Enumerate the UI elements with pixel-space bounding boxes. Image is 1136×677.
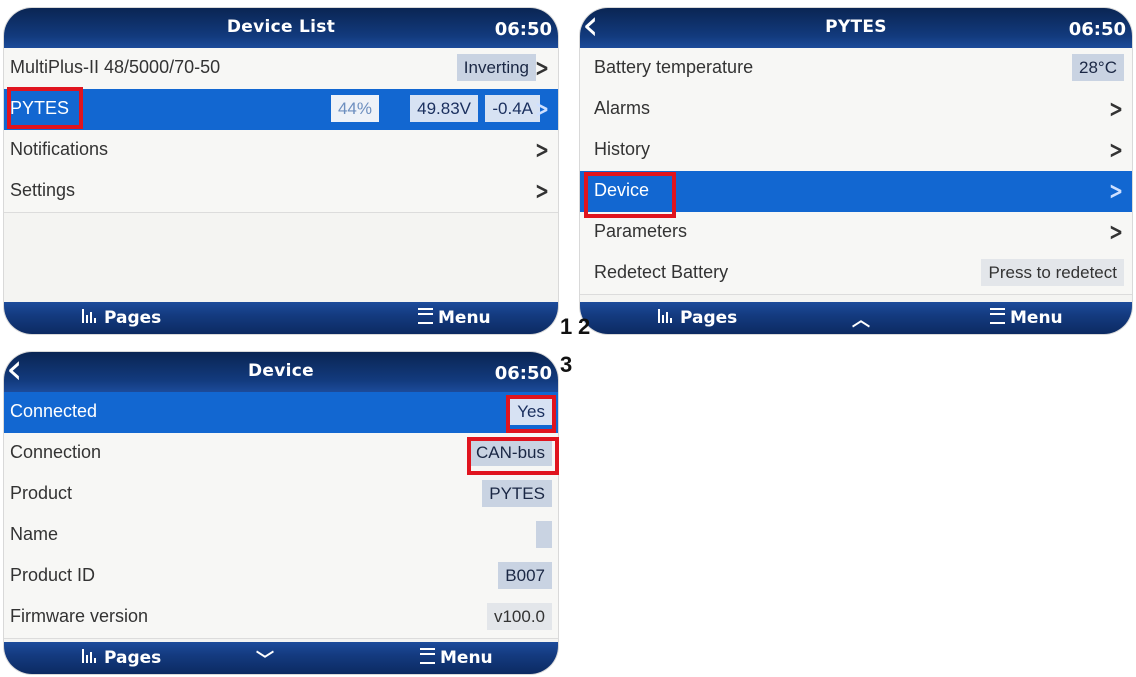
pages-label: Pages: [104, 648, 162, 668]
chevron-right-icon: >: [1108, 177, 1123, 205]
temperature-value: 28°C: [1072, 54, 1124, 81]
list-item-label: Parameters: [594, 221, 688, 241]
list-item-label: History: [594, 139, 651, 159]
battery-screen: ‹ PYTES 06:50 Battery temperature 28°C A…: [580, 8, 1132, 334]
footer-bar: Pages ﹀ Menu: [4, 642, 558, 674]
list-item-redetect-battery[interactable]: Redetect Battery Press to redetect: [580, 253, 1132, 295]
list-item-label: Connection: [10, 442, 102, 462]
soc-badge: 44%: [330, 95, 379, 122]
list-item-label: Connected: [10, 401, 98, 421]
menu-button[interactable]: Menu: [420, 648, 493, 668]
chevron-down-icon[interactable]: ﹀: [256, 646, 274, 672]
list-item-label: Settings: [10, 180, 76, 200]
footer-bar: Pages Menu: [4, 302, 558, 334]
list-item-pytes[interactable]: PYTES 44% 49.83V -0.4A >: [4, 89, 558, 131]
list-item-label: Notifications: [10, 139, 109, 159]
menu-label: Menu: [440, 648, 493, 668]
header-bar: ‹ Device 06:50: [4, 352, 558, 392]
bar-chart-icon: [658, 309, 674, 323]
pages-label: Pages: [104, 308, 162, 328]
footer-bar: Pages ︿ Menu: [580, 302, 1132, 334]
list-item-multiplus[interactable]: MultiPlus-II 48/5000/70-50 Inverting >: [4, 48, 558, 90]
menu-label: Menu: [438, 308, 491, 328]
redetect-button[interactable]: Press to redetect: [981, 259, 1124, 286]
chevron-right-icon: >: [534, 54, 549, 82]
chevron-right-icon: >: [534, 177, 549, 205]
list-item-label: Firmware version: [10, 606, 149, 626]
menu-button[interactable]: Menu: [418, 308, 491, 328]
highlight-marker: [7, 87, 83, 129]
clock: 06:50: [1068, 19, 1126, 40]
list-item-settings[interactable]: Settings >: [4, 171, 558, 213]
step-number-2: 2: [578, 314, 591, 339]
list-item-label: Product: [10, 483, 73, 503]
pages-button[interactable]: Pages: [658, 308, 737, 328]
menu-label: Menu: [1010, 308, 1063, 328]
list-item-name[interactable]: Name: [4, 515, 558, 557]
highlight-marker: [584, 172, 676, 218]
name-value[interactable]: [536, 521, 552, 548]
header-bar: Device List 06:50: [4, 8, 558, 48]
pages-label: Pages: [680, 308, 738, 328]
page-title: Device: [248, 361, 314, 381]
list-item-label: Battery temperature: [594, 57, 754, 77]
list-item-label: Product ID: [10, 565, 96, 585]
bar-chart-icon: [82, 649, 98, 663]
list-item-connected[interactable]: Connected Yes: [4, 392, 558, 434]
highlight-marker: [506, 395, 556, 433]
list-item-label: Alarms: [594, 98, 651, 118]
list-item-battery-temperature[interactable]: Battery temperature 28°C: [580, 48, 1132, 90]
step-number-1: 1: [560, 314, 573, 339]
product-value: PYTES: [482, 480, 552, 507]
clock: 06:50: [494, 363, 552, 384]
highlight-marker: [467, 437, 559, 475]
list-item-product[interactable]: Product PYTES: [4, 474, 558, 516]
list-item-alarms[interactable]: Alarms >: [580, 89, 1132, 131]
pages-button[interactable]: Pages: [82, 648, 161, 668]
pages-button[interactable]: Pages: [82, 308, 161, 328]
menu-button[interactable]: Menu: [990, 308, 1063, 328]
list-item-history[interactable]: History >: [580, 130, 1132, 172]
list-item-notifications[interactable]: Notifications >: [4, 130, 558, 172]
product-id-value: B007: [498, 562, 552, 589]
bar-chart-icon: [82, 309, 98, 323]
list-item-label: Name: [10, 524, 59, 544]
device-list-screen: Device List 06:50 MultiPlus-II 48/5000/7…: [4, 8, 558, 334]
clock: 06:50: [494, 19, 552, 40]
list-item-label: MultiPlus-II 48/5000/70-50: [10, 57, 221, 77]
menu-icon: [990, 308, 1005, 324]
menu-icon: [420, 648, 435, 664]
device-details-screen: ‹ Device 06:50 Connected Yes Connection …: [4, 352, 558, 674]
current-badge: -0.4A: [485, 95, 540, 122]
chevron-right-icon: >: [534, 95, 549, 123]
chevron-right-icon: >: [1108, 136, 1123, 164]
chevron-right-icon: >: [1108, 218, 1123, 246]
header-bar: ‹ PYTES 06:50: [580, 8, 1132, 48]
list-item-parameters[interactable]: Parameters >: [580, 212, 1132, 254]
firmware-value: v100.0: [486, 603, 552, 630]
page-title: Device List: [226, 17, 336, 37]
menu-icon: [418, 308, 433, 324]
chevron-right-icon: >: [1108, 95, 1123, 123]
chevron-up-icon[interactable]: ︿: [852, 306, 870, 332]
step-number-3: 3: [560, 352, 573, 377]
list-item-product-id[interactable]: Product ID B007: [4, 556, 558, 598]
page-title: PYTES: [825, 17, 887, 37]
list-item-label: Redetect Battery: [594, 262, 729, 282]
status-badge: Inverting: [456, 54, 536, 81]
voltage-badge: 49.83V: [410, 95, 478, 122]
list-item-firmware-version[interactable]: Firmware version v100.0: [4, 597, 558, 639]
chevron-right-icon: >: [534, 136, 549, 164]
